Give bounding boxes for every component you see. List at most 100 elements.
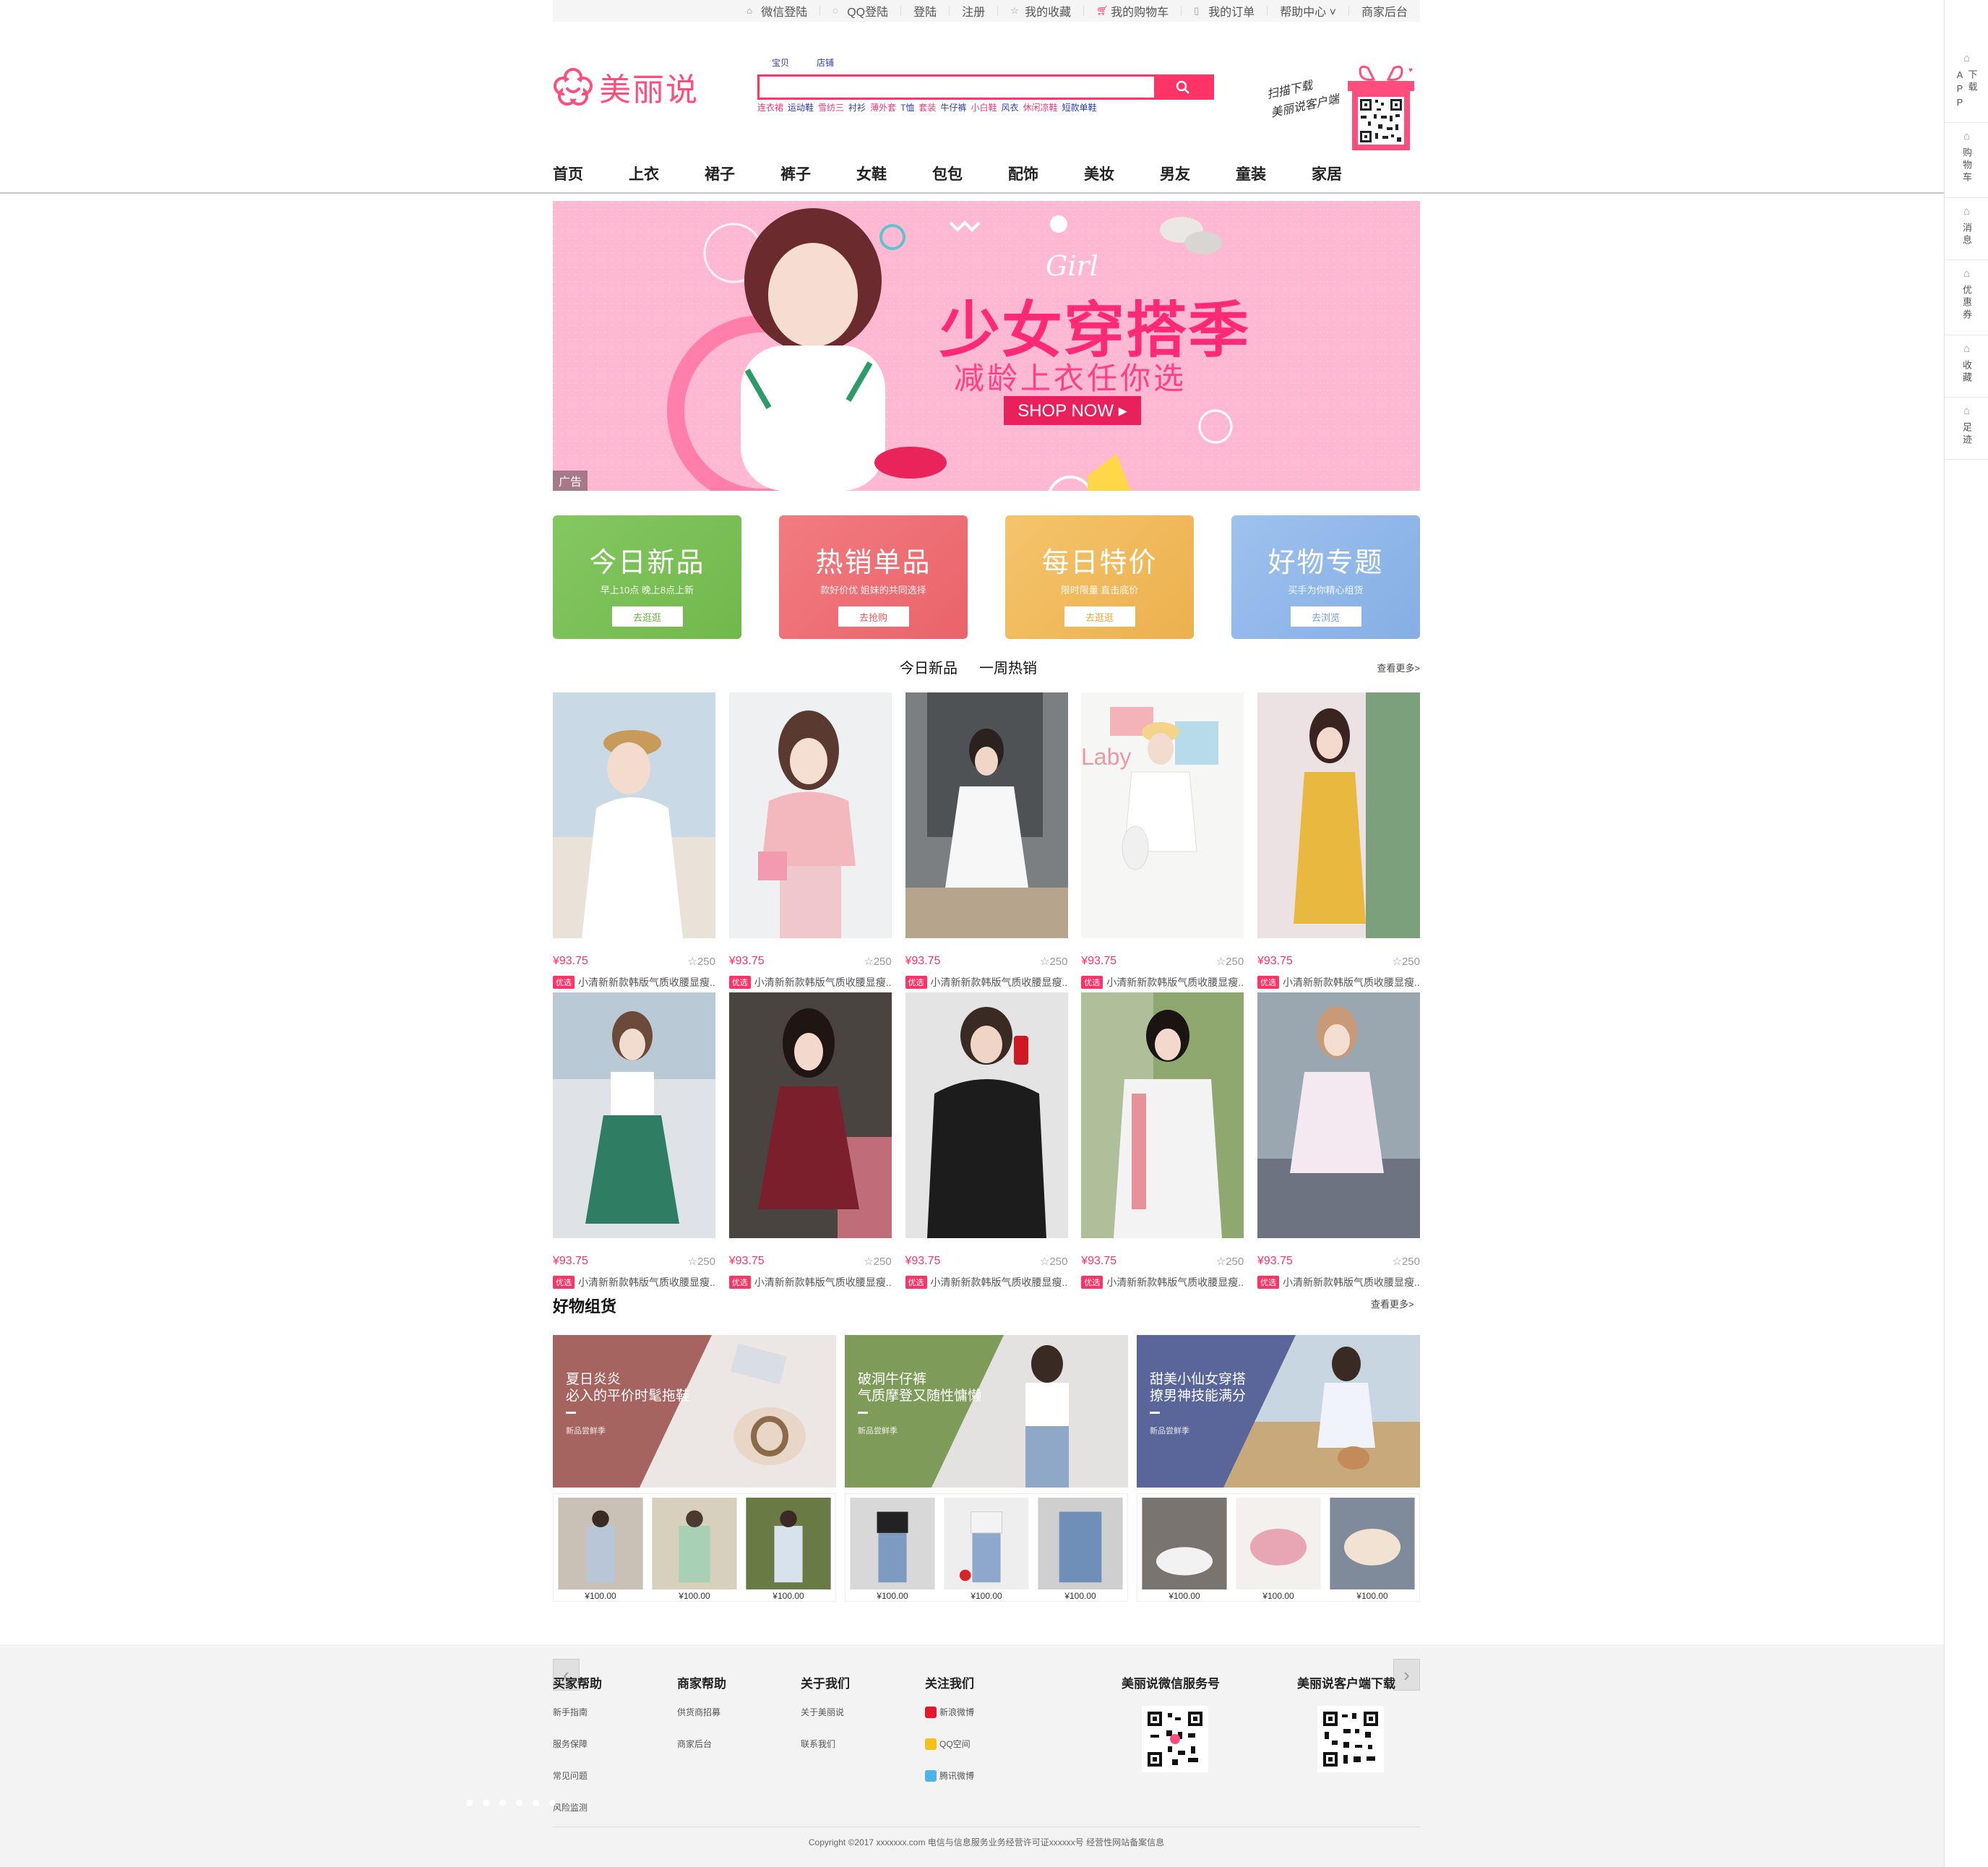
card-button[interactable]: 去逛逛 — [611, 606, 683, 627]
product-name[interactable]: 小清新新款韩版气质收腰显瘦... — [754, 1275, 892, 1289]
cart-link[interactable]: 🛒︎ 我的购物车 — [1084, 0, 1181, 22]
hot-word[interactable]: 运动鞋 — [788, 101, 814, 113]
site-logo[interactable]: 美丽说 — [553, 64, 699, 110]
product-name[interactable]: 小清新新款韩版气质收腰显瘦... — [931, 975, 1068, 990]
hot-word[interactable]: 小白鞋 — [971, 101, 997, 113]
product-card[interactable]: ¥93.75 ☆250 优选 小清新新款韩版气质收腰显瘦... — [553, 992, 715, 1289]
card-good-picks[interactable]: 好物专题 买手为你精心组货 去浏览 — [1231, 515, 1420, 639]
product-name[interactable]: 小清新新款韩版气质收腰显瘦... — [1106, 975, 1244, 990]
product-card[interactable]: ¥93.75 ☆250 优选 小清新新款韩版气质收腰显瘦... — [728, 992, 892, 1289]
nav-item-pants[interactable]: 裤子 — [780, 159, 856, 191]
bundle-item[interactable]: ¥100.00 — [849, 1498, 936, 1601]
view-more-link[interactable]: 查看更多> — [1371, 1297, 1988, 1310]
hot-word[interactable]: 短款单鞋 — [1062, 101, 1097, 113]
footer-link[interactable]: 风险监测 — [553, 1801, 602, 1814]
merchant-backend-link[interactable]: 商家后台 — [1349, 0, 1420, 22]
footer-link[interactable]: 商家后台 — [677, 1738, 726, 1750]
register-link[interactable]: 注册 — [950, 0, 997, 22]
toolbar-cart[interactable]: ⌂ 购物车 — [1945, 123, 1988, 198]
toolbar-download-app[interactable]: ⌂ 下载APP — [1945, 45, 1988, 123]
bundle-card[interactable]: 甜美小仙女穿搭 撩男神技能满分 新品尝鲜季 ¥100.00 ¥100.00 ¥10… — [1137, 1335, 1420, 1602]
product-name[interactable]: 小清新新款韩版气质收腰显瘦... — [1283, 1275, 1420, 1289]
product-name[interactable]: 小清新新款韩版气质收腰显瘦... — [754, 975, 892, 990]
wechat-login-link[interactable]: ⌂ 微信登陆 — [734, 0, 819, 22]
product-card[interactable]: ¥93.75 ☆250 优选 小清新新款韩版气质收腰显瘦... — [728, 692, 892, 990]
product-card[interactable]: ¥93.75 ☆250 优选 小清新新款韩版气质收腰显瘦... — [1257, 992, 1420, 1289]
tab-new-today[interactable]: 今日新品 — [900, 656, 958, 677]
hot-word[interactable]: 雪纺三 — [818, 101, 844, 113]
card-hot-sellers[interactable]: 热销单品 款好价优 姐妹的共同选择 去抢购 — [779, 515, 968, 639]
product-favorites[interactable]: ☆250 — [688, 1255, 715, 1269]
bundle-item[interactable]: ¥100.00 — [651, 1498, 738, 1601]
tencent-weibo-link[interactable]: 腾讯微博 — [925, 1769, 974, 1782]
search-tab-shops[interactable]: 店铺 — [817, 56, 834, 69]
carousel-dot[interactable] — [533, 1800, 539, 1806]
bundle-item[interactable]: ¥100.00 — [745, 1498, 832, 1601]
bundle-hero[interactable]: 破洞牛仔裤 气质摩登又随性慵懒 新品尝鲜季 — [845, 1335, 1128, 1488]
product-favorites[interactable]: ☆250 — [1216, 1255, 1244, 1269]
nav-item-home[interactable]: 首页 — [553, 159, 629, 191]
qq-login-link[interactable]: ◌ QQ登陆 — [820, 0, 900, 22]
footer-link[interactable]: 服务保障 — [553, 1738, 602, 1750]
hot-word[interactable]: 休闲凉鞋 — [1023, 101, 1057, 113]
qzone-link[interactable]: QQ空间 — [925, 1738, 974, 1750]
carousel-dot[interactable] — [516, 1800, 522, 1806]
toolbar-coupons[interactable]: ⌂ 优惠券 — [1945, 260, 1988, 335]
app-download-promo[interactable]: 扫描下载 美丽说客户端 ♥ — [1265, 49, 1420, 158]
toolbar-favorites[interactable]: ⌂ 收藏 — [1945, 335, 1988, 398]
search-button[interactable] — [1154, 77, 1212, 98]
search-input[interactable] — [760, 77, 1154, 98]
bundle-item[interactable]: ¥100.00 — [1235, 1498, 1322, 1601]
search-tab-items[interactable]: 宝贝 — [772, 56, 789, 69]
product-favorites[interactable]: ☆250 — [864, 955, 891, 969]
nav-item-bags[interactable]: 包包 — [932, 159, 1008, 191]
hot-word[interactable]: T恤 — [900, 101, 914, 113]
nav-item-skirts[interactable]: 裙子 — [705, 159, 780, 191]
nav-item-shoes[interactable]: 女鞋 — [856, 159, 932, 191]
carousel-dot[interactable] — [549, 1800, 556, 1806]
nav-item-beauty[interactable]: 美妆 — [1084, 159, 1160, 191]
bundle-card[interactable]: 夏日炎炎 必入的平价时髦拖鞋 新品尝鲜季 ¥100.00 ¥100.00 ¥100… — [553, 1335, 836, 1602]
orders-link[interactable]: ▯ 我的订单 — [1182, 0, 1267, 22]
hot-word[interactable]: 连衣裙 — [757, 101, 783, 113]
card-button[interactable]: 去浏览 — [1290, 606, 1361, 627]
product-name[interactable]: 小清新新款韩版气质收腰显瘦... — [931, 1275, 1068, 1289]
product-favorites[interactable]: ☆250 — [864, 1255, 891, 1269]
nav-item-kids[interactable]: 童装 — [1236, 159, 1312, 191]
bundle-item[interactable]: ¥100.00 — [943, 1498, 1030, 1601]
product-card[interactable]: ¥93.75 ☆250 优选 小清新新款韩版气质收腰显瘦... — [553, 692, 715, 990]
footer-link[interactable]: 新手指南 — [553, 1706, 602, 1718]
bundle-item[interactable]: ¥100.00 — [1037, 1498, 1124, 1601]
card-button[interactable]: 去抢购 — [838, 606, 909, 627]
footer-link[interactable]: 联系我们 — [801, 1738, 850, 1750]
carousel-dot[interactable] — [466, 1800, 473, 1806]
card-daily-deals[interactable]: 每日特价 限时限量 直击底价 去逛逛 — [1005, 515, 1194, 639]
bundle-item[interactable]: ¥100.00 — [1141, 1498, 1228, 1601]
product-card[interactable]: Laby ¥93.75 ☆250 优选 小清新新款韩版气质收腰显瘦... — [1081, 692, 1244, 990]
product-card[interactable]: ¥93.75 ☆250 优选 小清新新款韩版气质收腰显瘦... — [1257, 692, 1420, 990]
product-name[interactable]: 小清新新款韩版气质收腰显瘦... — [1106, 1275, 1244, 1289]
bundle-hero[interactable]: 甜美小仙女穿搭 撩男神技能满分 新品尝鲜季 — [1137, 1335, 1420, 1488]
nav-item-tops[interactable]: 上衣 — [629, 159, 705, 191]
hot-word[interactable]: 牛仔裤 — [940, 101, 966, 113]
hero-banner[interactable]: Girl 少女穿搭季 减龄上衣任你选 SHOP NOW ▸ 广告 — [553, 201, 1420, 491]
hot-word[interactable]: 薄外套 — [870, 101, 896, 113]
hot-word[interactable]: 风衣 — [1001, 101, 1018, 113]
product-card[interactable]: ¥93.75 ☆250 优选 小清新新款韩版气质收腰显瘦... — [905, 692, 1068, 990]
nav-item-accessories[interactable]: 配饰 — [1008, 159, 1084, 191]
product-card[interactable]: ¥93.75 ☆250 优选 小清新新款韩版气质收腰显瘦... — [905, 992, 1068, 1289]
toolbar-messages[interactable]: ⌂ 消息 — [1945, 198, 1988, 260]
product-favorites[interactable]: ☆250 — [1040, 1255, 1067, 1269]
carousel-next-button[interactable]: › — [1393, 1659, 1420, 1691]
product-name[interactable]: 小清新新款韩版气质收腰显瘦... — [578, 975, 715, 990]
bundle-item[interactable]: ¥100.00 — [1329, 1498, 1416, 1601]
product-card[interactable]: ¥93.75 ☆250 优选 小清新新款韩版气质收腰显瘦... — [1081, 992, 1244, 1289]
hot-word[interactable]: 套装 — [918, 101, 936, 113]
footer-link[interactable]: 关于美丽说 — [801, 1706, 850, 1718]
toolbar-footprints[interactable]: ⌂ 足迹 — [1945, 398, 1988, 460]
weibo-link[interactable]: 新浪微博 — [925, 1706, 974, 1718]
nav-item-men[interactable]: 男友 — [1160, 159, 1236, 191]
nav-item-home-living[interactable]: 家居 — [1312, 159, 1387, 191]
hot-word[interactable]: 衬衫 — [848, 101, 866, 113]
shop-now-button[interactable]: SHOP NOW ▸ — [1004, 396, 1141, 425]
